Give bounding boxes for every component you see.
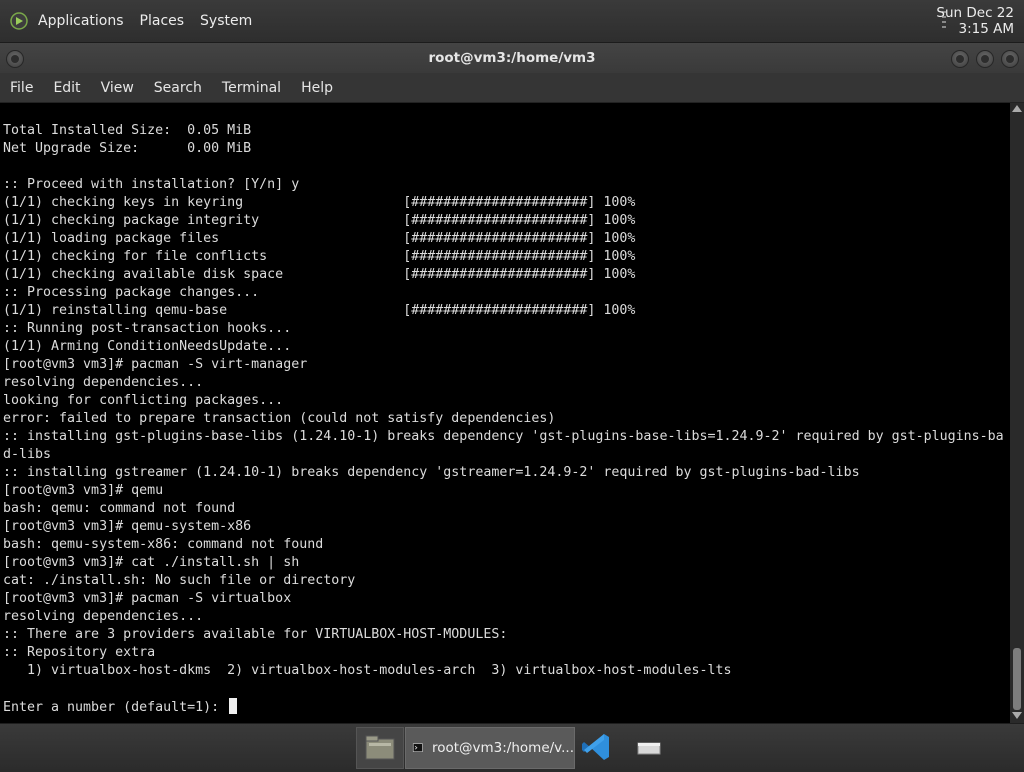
scroll-down-arrow-icon[interactable] [1012, 712, 1022, 719]
terminal-line: bash: qemu: command not found [3, 501, 236, 516]
text-cursor [229, 698, 238, 714]
vscode-icon [582, 734, 609, 760]
terminal-lines: Total Installed Size: 0.05 MiB Net Upgrad… [3, 122, 1004, 716]
scrollbar-thumb[interactable] [1013, 648, 1021, 710]
terminal-line: (1/1) loading package files [###########… [3, 231, 636, 246]
top-panel: Applications Places System Sun Dec 22 3:… [0, 0, 1024, 43]
terminal-line: 1) virtualbox-host-dkms 2) virtualbox-ho… [3, 663, 732, 678]
file-manager-icon [365, 735, 395, 760]
terminal-line: cat: ./install.sh: No such file or direc… [3, 573, 356, 588]
scroll-up-arrow-icon[interactable] [1012, 105, 1022, 112]
maximize-button[interactable] [976, 50, 994, 68]
terminal-scrollbar[interactable] [1010, 103, 1024, 723]
terminal-menubar: File Edit View Search Terminal Help [0, 73, 1024, 103]
taskbar-terminal-task[interactable]: root@vm3:/home/v... [405, 727, 575, 769]
window-menu-button[interactable] [6, 50, 24, 68]
terminal-line: [root@vm3 vm3]# cat ./install.sh | sh [3, 555, 300, 570]
terminal-line: [root@vm3 vm3]# pacman -S virtualbox [3, 591, 292, 606]
taskbar-vscode[interactable] [576, 727, 616, 767]
menu-view[interactable]: View [91, 80, 144, 96]
terminal-line: resolving dependencies... [3, 375, 204, 390]
show-desktop-icon [637, 742, 661, 755]
terminal-line: (1/1) checking for file conflicts [#####… [3, 249, 636, 264]
terminal-line: (1/1) checking package integrity [######… [3, 213, 636, 228]
terminal-line: :: Running post-transaction hooks... [3, 321, 292, 336]
menu-edit[interactable]: Edit [43, 80, 90, 96]
terminal-line: :: Processing package changes... [3, 285, 260, 300]
terminal-line: [root@vm3 vm3]# qemu [3, 483, 164, 498]
terminal-line: :: installing gst-plugins-base-libs (1.2… [3, 429, 1004, 444]
terminal-line: d-libs [3, 447, 52, 462]
terminal-line: [root@vm3 vm3]# qemu-system-x86 [3, 519, 252, 534]
window-titlebar[interactable]: root@vm3:/home/vm3 [0, 43, 1024, 73]
panel-menu-places[interactable]: Places [132, 13, 193, 29]
taskbar-file-manager[interactable] [356, 727, 404, 769]
menu-search[interactable]: Search [144, 80, 212, 96]
terminal-line: (1/1) Arming ConditionNeedsUpdate... [3, 339, 292, 354]
clock-date: Sun Dec 22 [936, 5, 1014, 21]
terminal-line: :: There are 3 providers available for V… [3, 627, 508, 642]
terminal-line: (1/1) checking available disk space [###… [3, 267, 636, 282]
taskbar: root@vm3:/home/v... [0, 723, 1024, 769]
terminal-line: (1/1) reinstalling qemu-base [##########… [3, 303, 636, 318]
panel-menu-applications[interactable]: Applications [30, 13, 132, 29]
terminal-line: :: installing gstreamer (1.24.10-1) brea… [3, 465, 860, 480]
terminal-line: error: failed to prepare transaction (co… [3, 411, 556, 426]
clock-time: 3:15 AM [958, 21, 1015, 37]
terminal-line: :: Proceed with installation? [Y/n] y [3, 177, 300, 192]
terminal-line: Total Installed Size: 0.05 MiB [3, 123, 252, 138]
terminal-line: bash: qemu-system-x86: command not found [3, 537, 324, 552]
terminal-line: Enter a number (default=1): [3, 698, 1004, 716]
terminal-line: looking for conflicting packages... [3, 393, 284, 408]
clock[interactable]: Sun Dec 22 3:15 AM [936, 5, 1014, 37]
apps-icon[interactable] [10, 12, 28, 30]
terminal-line: (1/1) checking keys in keyring [########… [3, 195, 636, 210]
taskbar-terminal-label: root@vm3:/home/v... [431, 740, 574, 756]
window-title: root@vm3:/home/vm3 [428, 50, 596, 66]
terminal-output[interactable]: Total Installed Size: 0.05 MiB Net Upgrad… [0, 103, 1010, 723]
taskbar-show-desktop[interactable] [634, 727, 664, 767]
terminal-icon [412, 743, 423, 752]
menu-file[interactable]: File [0, 80, 43, 96]
close-button[interactable] [1001, 50, 1019, 68]
terminal-line: Net Upgrade Size: 0.00 MiB [3, 141, 252, 156]
panel-menu-system[interactable]: System [192, 13, 260, 29]
minimize-button[interactable] [951, 50, 969, 68]
menu-help[interactable]: Help [291, 80, 343, 96]
terminal-line: :: Repository extra [3, 645, 156, 660]
menu-terminal[interactable]: Terminal [212, 80, 291, 96]
terminal-line: [root@vm3 vm3]# pacman -S virt-manager [3, 357, 308, 372]
terminal-line: resolving dependencies... [3, 609, 204, 624]
